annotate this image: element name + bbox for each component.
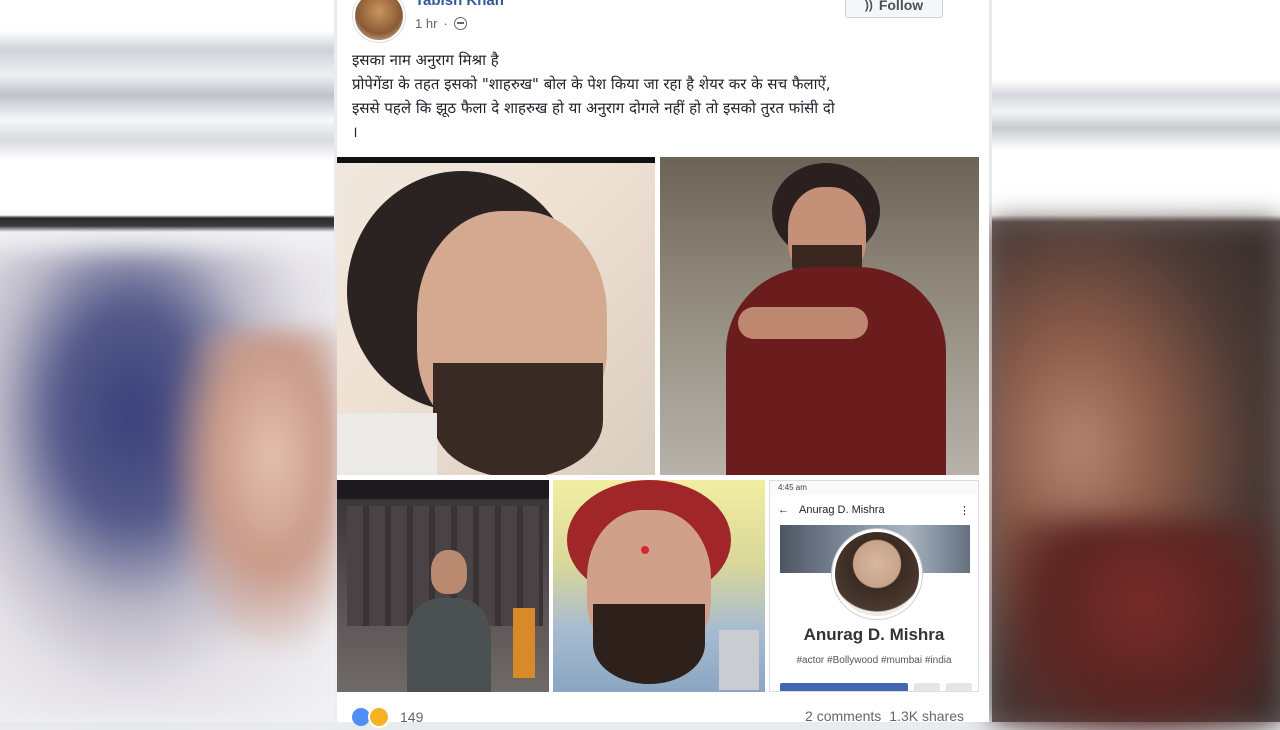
post-text-line: इसका नाम अनुराग मिश्रा है <box>352 51 499 69</box>
reaction-count: 149 <box>400 709 424 725</box>
rss-icon: )) <box>864 0 873 12</box>
add-friend-button <box>780 683 908 691</box>
message-button <box>914 683 940 691</box>
profile-picture <box>832 529 922 619</box>
profile-tags: #actor #Bollywood #mumbai #india <box>796 655 952 666</box>
post-text-line: । <box>352 123 358 141</box>
profile-name: Anurag D. Mishra <box>803 625 945 644</box>
post-text: इसका नाम अनुराग मिश्रा है प्रोपेगेंडा के… <box>352 48 977 144</box>
more-button <box>946 683 972 691</box>
follow-button[interactable]: )) Follow <box>845 0 943 18</box>
author-name[interactable]: Tabish Khan <box>415 0 504 9</box>
post-photo-5-profile-screenshot[interactable]: 4:45 am ← Anurag D. Mishra ⋮ Anurag D. M… <box>769 480 979 692</box>
post-photo-1[interactable] <box>337 157 655 475</box>
post-meta: 1 hr · <box>415 16 467 31</box>
haha-icon <box>368 706 390 728</box>
profile-app-bar: ← Anurag D. Mishra ⋮ <box>770 497 978 523</box>
post-text-line: प्रोपेगेंडा के तहत इसको "शाहरुख" बोल के … <box>352 75 831 93</box>
globe-icon <box>453 17 467 30</box>
post-photo-2[interactable] <box>660 157 979 475</box>
facebook-post-card: Tabish Khan 1 hr · )) Follow इसका नाम अन… <box>337 0 989 728</box>
post-time[interactable]: 1 hr <box>415 16 437 31</box>
author-avatar[interactable] <box>353 0 405 42</box>
phone-status-bar: 4:45 am <box>770 481 978 495</box>
profile-app-bar-title: Anurag D. Mishra <box>799 504 885 516</box>
more-icon: ⋮ <box>959 504 970 517</box>
background-right-blur <box>992 0 1280 730</box>
post-text-line: इससे पहले कि झूठ फैला दे शाहरुख हो या अन… <box>352 99 835 117</box>
reactions-summary[interactable]: 149 <box>352 706 423 728</box>
post-photo-4[interactable] <box>553 480 765 692</box>
post-photo-3[interactable] <box>337 480 549 692</box>
background-left-blur <box>0 0 340 722</box>
back-arrow-icon: ← <box>778 504 789 516</box>
